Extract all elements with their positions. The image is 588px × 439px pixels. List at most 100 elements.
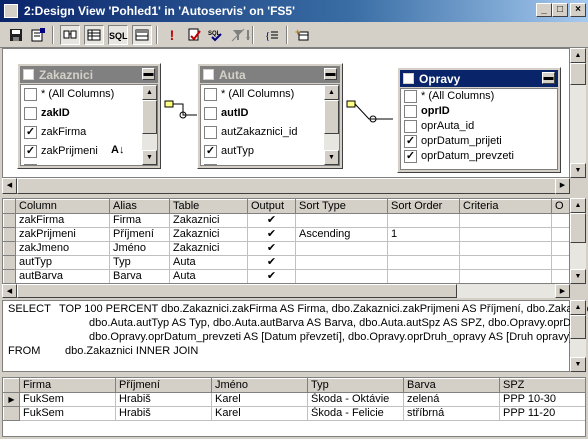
column-checkbox[interactable]	[24, 107, 37, 120]
table-auta-header[interactable]: Auta ▬	[200, 66, 340, 83]
column-checkbox[interactable]	[204, 107, 217, 120]
column-list[interactable]: * (All Columns) autID autZakaznici_id ✓ a…	[200, 84, 340, 166]
column-row[interactable]: zakID	[21, 104, 157, 123]
scroll-thumb[interactable]	[570, 63, 586, 85]
column-list[interactable]: * (All Columns) oprID oprAuta_id ✓ oprDat…	[400, 88, 558, 170]
scroll-right-arrow[interactable]: ▶	[555, 178, 570, 194]
add-table-icon[interactable]: +	[292, 25, 312, 45]
scroll-down-arrow[interactable]: ▼	[142, 150, 157, 165]
scroll-thumb[interactable]	[570, 213, 586, 243]
column-row[interactable]: oprAuta_id	[401, 119, 557, 134]
scroll-thumb[interactable]	[570, 315, 586, 339]
column-row[interactable]: ✓ autBarva	[201, 161, 339, 165]
grid-vertical-scrollbar[interactable]: ▲ ▼	[570, 198, 586, 284]
scroll-down-arrow[interactable]: ▼	[324, 150, 339, 165]
column-checkbox[interactable]	[404, 105, 417, 118]
grid-cell[interactable]	[387, 269, 460, 283]
scroll-left-arrow[interactable]: ◀	[2, 284, 17, 298]
grid-pane[interactable]: Column Alias Table Output Sort Type Sort…	[2, 198, 570, 284]
column-row[interactable]: * (All Columns)	[21, 85, 157, 104]
diagram-pane-icon[interactable]	[60, 25, 80, 45]
column-checkbox[interactable]: ✓	[24, 145, 37, 158]
result-cell[interactable]: Karel	[211, 406, 308, 421]
grid-cell[interactable]: Typ	[109, 255, 170, 270]
column-header[interactable]: Table	[169, 199, 248, 214]
column-header[interactable]: Typ	[307, 378, 404, 393]
scroll-thumb[interactable]	[17, 284, 457, 298]
row-selector[interactable]	[3, 241, 16, 256]
scroll-down-arrow[interactable]: ▼	[570, 269, 586, 284]
column-header[interactable]: Barva	[403, 378, 500, 393]
save-icon[interactable]	[6, 25, 26, 45]
minimize-button[interactable]: _	[536, 3, 552, 17]
sql-pane-button[interactable]: SQL	[108, 25, 128, 45]
result-cell[interactable]: Škoda - Felicie	[307, 406, 404, 421]
diagram-horizontal-scrollbar[interactable]: ◀ ▶	[2, 178, 570, 194]
grid-cell[interactable]	[387, 213, 460, 228]
column-checkbox[interactable]: ✓	[24, 164, 37, 165]
table-row[interactable]: FukSem Hrabiš Karel Škoda - Felicie stří…	[3, 406, 585, 421]
grid-cell[interactable]: Ascending	[295, 227, 388, 242]
sql-text[interactable]: dbo.Zakaznici INNER JOIN	[65, 345, 198, 357]
column-row[interactable]: ✓ zakPrijmeni A↓	[21, 142, 157, 161]
result-cell[interactable]: Škoda - Oktávie	[307, 392, 404, 407]
column-row[interactable]: * (All Columns)	[401, 89, 557, 104]
grid-cell[interactable]: 1	[387, 227, 460, 242]
column-header[interactable]: Příjmení	[115, 378, 212, 393]
results-grid[interactable]: Firma Příjmení Jméno Typ Barva SPZ ▶ Fuk…	[3, 378, 585, 421]
properties-icon[interactable]	[28, 25, 48, 45]
row-selector[interactable]	[3, 213, 16, 228]
scroll-thumb[interactable]	[17, 178, 557, 194]
column-header[interactable]: Alias	[109, 199, 170, 214]
grid-cell[interactable]: Auta	[169, 255, 248, 270]
grid-cell[interactable]	[551, 269, 569, 283]
column-header[interactable]: Sort Type	[295, 199, 388, 214]
scroll-thumb[interactable]	[142, 100, 157, 134]
sort-icon[interactable]	[242, 25, 262, 45]
result-cell[interactable]: FukSem	[19, 406, 116, 421]
grid-cell[interactable]	[551, 227, 569, 242]
grid-cell[interactable]	[295, 213, 388, 228]
column-checkbox[interactable]: ✓	[204, 164, 217, 165]
verify-sql-icon[interactable]	[184, 25, 204, 45]
grid-cell[interactable]	[459, 241, 552, 256]
row-selector[interactable]	[3, 269, 16, 283]
join-line-zakaznici-auta[interactable]	[161, 89, 201, 129]
column-checkbox[interactable]	[204, 126, 217, 139]
column-header[interactable]: Output	[247, 199, 296, 214]
row-selector[interactable]	[3, 406, 20, 421]
grid-cell[interactable]: Jméno	[109, 241, 170, 256]
table-opravy[interactable]: Opravy ▬ * (All Columns) oprID oprAuta_i…	[397, 67, 561, 173]
result-cell[interactable]: Karel	[211, 392, 308, 407]
column-header[interactable]: Firma	[19, 378, 116, 393]
column-list-scrollbar[interactable]: ▲ ▼	[324, 85, 339, 165]
grid-cell[interactable]: Zakaznici	[169, 227, 248, 242]
grid-cell[interactable]: zakJmeno	[15, 241, 110, 256]
grid-cell[interactable]	[551, 213, 569, 228]
result-cell[interactable]: FukSem	[19, 392, 116, 407]
column-checkbox[interactable]: ✓	[404, 135, 417, 148]
column-checkbox[interactable]	[404, 90, 417, 103]
grid-cell[interactable]: zakPrijmeni	[15, 227, 110, 242]
table-auta[interactable]: Auta ▬ * (All Columns) autID autZakaznic…	[197, 63, 343, 169]
grid-cell[interactable]: autTyp	[15, 255, 110, 270]
column-row[interactable]: ✓ oprDatum_prijeti	[401, 134, 557, 149]
grid-cell[interactable]	[295, 241, 388, 256]
grid-cell[interactable]: Barva	[109, 269, 170, 283]
table-zakaznici-header[interactable]: Zakaznici ▬	[20, 66, 158, 83]
sql-pane[interactable]: SELECT TOP 100 PERCENT dbo.Zakaznici.zak…	[2, 300, 588, 372]
table-opravy-header[interactable]: Opravy ▬	[400, 70, 558, 87]
title-bar[interactable]: 2:Design View 'Pohled1' in 'Autoservis' …	[0, 0, 588, 22]
output-checkbox[interactable]: ✔	[247, 241, 296, 256]
result-cell[interactable]: stříbrná	[403, 406, 500, 421]
table-row[interactable]: zakFirma Firma Zakaznici ✔	[3, 213, 569, 228]
results-pane[interactable]: Firma Příjmení Jméno Typ Barva SPZ ▶ Fuk…	[2, 377, 586, 437]
column-header[interactable]: SPZ	[499, 378, 585, 393]
table-row[interactable]: zakJmeno Jméno Zakaznici ✔	[3, 241, 569, 256]
column-checkbox[interactable]: ✓	[204, 145, 217, 158]
grid-cell[interactable]	[387, 241, 460, 256]
grid-cell[interactable]	[459, 269, 552, 283]
sql-text[interactable]: dbo.Auta.autTyp AS Typ, dbo.Auta.autBarv…	[89, 317, 580, 329]
column-header[interactable]: Criteria	[459, 199, 552, 214]
column-row[interactable]: * (All Columns)	[201, 85, 339, 104]
